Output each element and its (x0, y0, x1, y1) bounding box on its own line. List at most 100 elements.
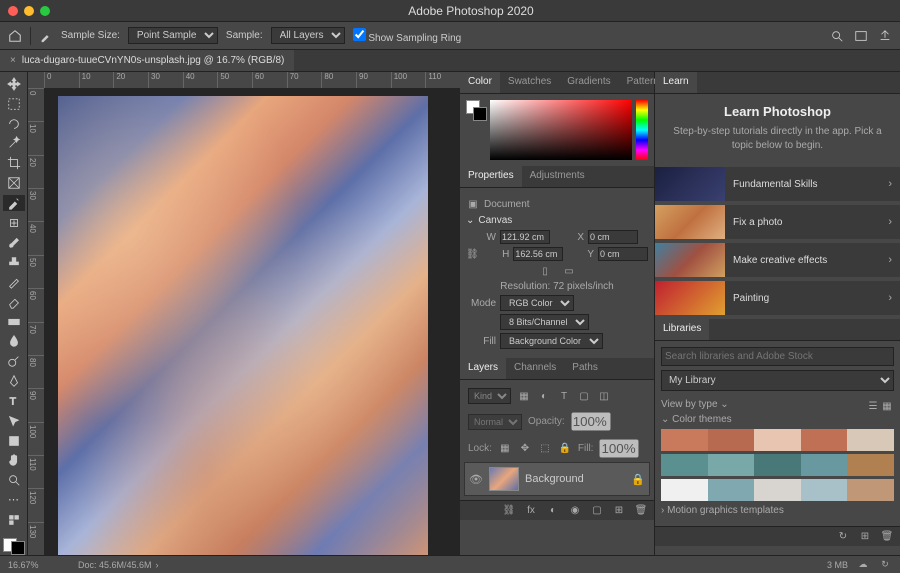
color-swatch[interactable] (661, 454, 708, 476)
hue-slider[interactable] (636, 100, 648, 160)
panel-tab-swatches[interactable]: Swatches (500, 72, 559, 93)
crop-tool[interactable] (3, 155, 25, 171)
filter-shape-icon[interactable]: ▢ (577, 389, 591, 403)
doc-size-info[interactable]: Doc: 45.6M/45.6M (78, 560, 152, 570)
sample-select[interactable]: All Layers (271, 27, 345, 44)
edit-toolbar[interactable] (3, 512, 25, 528)
document-tab-active[interactable]: × luca-dugaro-tuueCVnYN0s-unsplash.jpg @… (0, 50, 294, 71)
panel-tab-gradients[interactable]: Gradients (559, 72, 618, 93)
background-swatch[interactable] (11, 541, 25, 555)
color-swatch[interactable] (661, 429, 708, 451)
color-swatch[interactable] (708, 454, 755, 476)
list-view-icon[interactable]: ☰ (866, 399, 880, 413)
canvas-section[interactable]: ⌄Canvas (466, 215, 648, 226)
visibility-icon[interactable]: 👁 (469, 472, 483, 486)
workspace-icon[interactable] (854, 29, 868, 43)
color-swatch[interactable] (847, 454, 894, 476)
foreground-background-colors[interactable] (3, 538, 25, 555)
type-tool[interactable]: T (3, 393, 25, 409)
fill-pct-input[interactable] (599, 439, 639, 458)
lib-trash-icon[interactable]: 🗑 (880, 530, 894, 544)
chevron-right-icon[interactable]: › (156, 560, 159, 570)
x-input[interactable] (588, 230, 638, 244)
motion-graphics-header[interactable]: › Motion graphics templates (661, 505, 894, 516)
color-field[interactable] (490, 100, 632, 160)
color-theme-row[interactable] (661, 479, 894, 501)
learn-card[interactable]: Fix a photo› (655, 205, 900, 239)
landscape-icon[interactable]: ▭ (562, 264, 576, 278)
eyedropper-tool[interactable] (3, 195, 25, 211)
marquee-tool[interactable] (3, 96, 25, 112)
y-input[interactable] (598, 247, 648, 261)
grid-view-icon[interactable]: ▦ (880, 399, 894, 413)
opacity-input[interactable] (571, 412, 611, 431)
color-swatch[interactable] (801, 454, 848, 476)
color-theme-row[interactable] (661, 454, 894, 476)
trash-icon[interactable]: 🗑 (634, 504, 648, 518)
learn-card[interactable]: Fundamental Skills› (655, 167, 900, 201)
learn-card[interactable]: Painting› (655, 281, 900, 315)
frame-tool[interactable] (3, 175, 25, 191)
new-layer-icon[interactable]: ⊞ (612, 504, 626, 518)
panel-tab-layers[interactable]: Layers (460, 358, 506, 379)
close-window[interactable] (8, 6, 18, 16)
sample-size-select[interactable]: Point Sample (128, 27, 218, 44)
bits-select[interactable]: 8 Bits/Channel (500, 314, 589, 330)
sync-icon[interactable]: ↻ (878, 558, 892, 572)
home-icon[interactable] (8, 29, 22, 43)
minimize-window[interactable] (24, 6, 34, 16)
lock-artboard-icon[interactable]: ⬚ (538, 442, 552, 456)
panel-tab-properties[interactable]: Properties (460, 166, 522, 187)
filter-pixel-icon[interactable]: ▦ (517, 389, 531, 403)
zoom-level[interactable]: 16.67% (8, 560, 68, 570)
dodge-tool[interactable] (3, 353, 25, 369)
fx-icon[interactable]: fx (524, 504, 538, 518)
color-swatch[interactable] (847, 429, 894, 451)
filter-adj-icon[interactable]: ◐ (537, 389, 551, 403)
stamp-tool[interactable] (3, 254, 25, 270)
color-swatch[interactable] (847, 479, 894, 501)
panel-tab-paths[interactable]: Paths (564, 358, 606, 379)
move-tool[interactable] (3, 76, 25, 92)
lock-position-icon[interactable]: ✥ (518, 442, 532, 456)
color-swatch[interactable] (801, 429, 848, 451)
color-swatch[interactable] (661, 479, 708, 501)
layer-thumbnail[interactable] (489, 467, 519, 491)
layer-filter-select[interactable]: Kind (468, 388, 511, 404)
fill-select[interactable]: Background Color (500, 333, 603, 349)
maximize-window[interactable] (40, 6, 50, 16)
color-swatch[interactable] (754, 479, 801, 501)
eraser-tool[interactable] (3, 294, 25, 310)
view-by-type[interactable]: View by type ⌄▦ ☰ (661, 399, 894, 410)
layer-row[interactable]: 👁 Background 🔒 (464, 462, 650, 496)
lasso-tool[interactable] (3, 116, 25, 132)
lib-add-icon[interactable]: ⊞ (858, 530, 872, 544)
color-swatch[interactable] (754, 454, 801, 476)
height-input[interactable] (513, 247, 563, 261)
search-icon[interactable] (830, 29, 844, 43)
share-icon[interactable] (878, 29, 892, 43)
cloud-icon[interactable]: ☁ (856, 558, 870, 572)
pen-tool[interactable] (3, 373, 25, 389)
eyedropper-tool-icon[interactable] (39, 29, 53, 43)
color-swatch[interactable] (708, 479, 755, 501)
libraries-tab[interactable]: Libraries (655, 319, 709, 340)
portrait-icon[interactable]: ▯ (538, 264, 552, 278)
mode-select[interactable]: RGB Color (500, 295, 574, 311)
healing-tool[interactable] (3, 215, 25, 231)
lock-pixels-icon[interactable]: ▦ (498, 442, 512, 456)
learn-tab[interactable]: Learn (655, 72, 697, 93)
link-layers-icon[interactable]: ⛓ (502, 504, 516, 518)
mask-icon[interactable]: ◐ (546, 504, 560, 518)
show-ring-checkbox[interactable]: Show Sampling Ring (353, 28, 462, 44)
color-swatch[interactable] (754, 429, 801, 451)
path-select-tool[interactable] (3, 413, 25, 429)
document-canvas[interactable] (58, 96, 428, 555)
blur-tool[interactable] (3, 334, 25, 350)
shape-tool[interactable] (3, 433, 25, 449)
filter-smart-icon[interactable]: ◫ (597, 389, 611, 403)
panel-tab-adjustments[interactable]: Adjustments (522, 166, 593, 187)
library-search-input[interactable] (661, 347, 894, 366)
group-icon[interactable]: ▢ (590, 504, 604, 518)
color-theme-row[interactable] (661, 429, 894, 451)
